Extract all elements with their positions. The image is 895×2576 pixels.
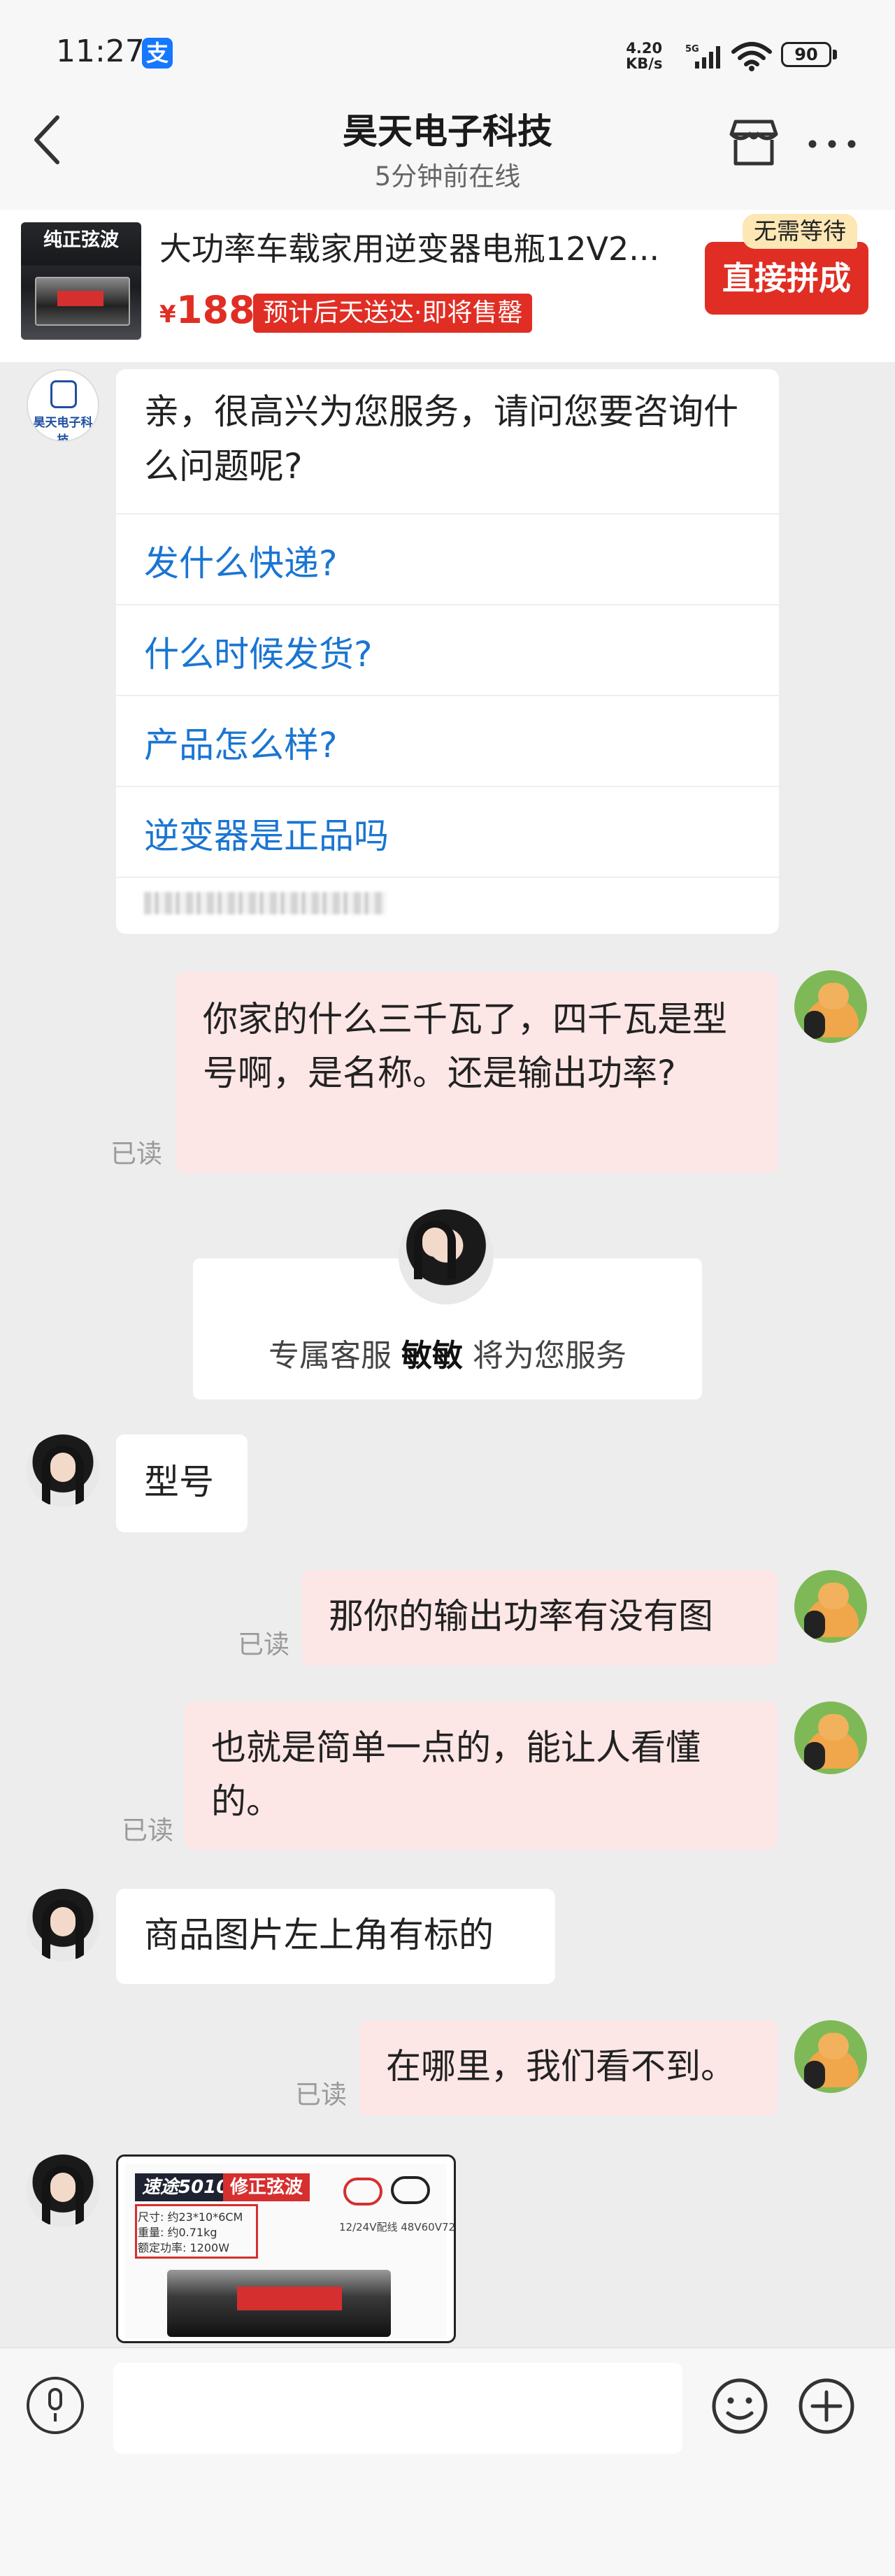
thumb-label: 纯正弦波 (21, 222, 141, 266)
welcome-text: 亲，很高兴为您服务，请问您要咨询什么问题呢? (144, 391, 738, 487)
avatar-face (50, 1453, 76, 1482)
net-speed: 4.20 KB/s (626, 41, 662, 71)
agent-avatar[interactable] (399, 1209, 494, 1304)
agent-message[interactable]: 商品图片左上角有标的 (116, 1889, 555, 1984)
net-speed-unit: KB/s (626, 55, 663, 72)
quick-question[interactable]: 什么时候发货? (116, 604, 779, 695)
quick-question-label: 逆变器是正品吗 (144, 816, 389, 856)
bottom-safe-area (0, 2473, 895, 2576)
read-receipt: 已读 (295, 2080, 347, 2110)
more-icon[interactable] (804, 123, 860, 165)
shop-avatar-text: 昊天电子科技 (33, 416, 93, 442)
mic-icon-head (48, 2388, 62, 2410)
cable-clip-icon (391, 2176, 430, 2204)
net-speed-value: 4.20 (626, 40, 663, 57)
read-receipt: 已读 (238, 1629, 289, 1660)
blurred-question (144, 892, 386, 914)
image-spec-weight: 重量: 约0.71kg (138, 2226, 217, 2239)
cat-shadow (804, 1611, 825, 1639)
user-avatar[interactable] (794, 2020, 867, 2093)
shop-avatar[interactable]: 昊天电子科技 (27, 369, 99, 442)
cat-shadow (804, 1011, 825, 1039)
avatar-face (50, 2173, 76, 2202)
quick-question[interactable]: 逆变器是正品吗 (116, 786, 779, 877)
agent-assignment-text: 专属客服 敏敏 将为您服务 (193, 1330, 702, 1375)
agent-message[interactable]: 型号 (116, 1434, 248, 1532)
user-avatar[interactable] (794, 1570, 867, 1643)
quick-question[interactable]: 产品怎么样? (116, 695, 779, 786)
shop-logo-icon (50, 380, 77, 408)
quick-question-label: 产品怎么样? (144, 725, 338, 765)
product-price: 188 (176, 288, 255, 332)
user-avatar[interactable] (794, 1701, 867, 1774)
cat-head (818, 1583, 849, 1609)
user-avatar[interactable] (794, 970, 867, 1043)
agent-suffix: 将为您服务 (473, 1338, 626, 1374)
battery-icon: 90 (781, 42, 831, 67)
mic-icon-stem (54, 2413, 57, 2422)
store-icon[interactable] (726, 117, 782, 168)
buy-now-button[interactable]: 直接拼成 (705, 242, 868, 315)
cat-shadow (804, 2061, 825, 2089)
plus-icon[interactable] (797, 2377, 856, 2435)
delivery-badge: 预计后天送达·即将售罄 (253, 294, 533, 333)
alipay-icon: 支 (142, 38, 173, 69)
image-small-text: 12/24V配线 48V60V72V配线 (339, 2221, 456, 2233)
user-message[interactable]: 在哪里，我们看不到。 (359, 2020, 778, 2115)
image-spec-text: 尺寸: 约23*10*6CM 重量: 约0.71kg 额定功率: 1200W (138, 2210, 243, 2256)
image-spec-power: 额定功率: 1200W (138, 2241, 230, 2254)
quick-question-label: 发什么快递? (144, 543, 338, 584)
agent-avatar[interactable] (27, 1434, 99, 1507)
network-type: 5G (685, 44, 699, 55)
product-title[interactable]: 大功率车载家用逆变器电瓶12V2... (159, 224, 684, 270)
message-input[interactable] (113, 2363, 682, 2454)
agent-name: 敏敏 (401, 1338, 463, 1374)
read-receipt: 已读 (110, 1139, 162, 1169)
thumb-device-stripe (57, 291, 103, 306)
quick-question[interactable]: 发什么快递? (116, 513, 779, 604)
status-time: 11:27 (56, 34, 145, 69)
cat-head (818, 2033, 849, 2059)
product-spec-image: 速途5010 修正弦波 尺寸: 约23*10*6CM 重量: 约0.71kg 额… (125, 2164, 454, 2338)
agent-avatar[interactable] (27, 1889, 99, 1962)
product-thumbnail[interactable]: 纯正弦波 (21, 222, 141, 340)
cat-head (818, 983, 849, 1009)
user-message[interactable]: 也就是简单一点的，能让人看懂的。 (185, 1701, 778, 1850)
user-message[interactable]: 你家的什么三千瓦了，四千瓦是型号啊，是名称。还是输出功率? (176, 972, 778, 1173)
agent-prefix: 专属客服 (268, 1338, 392, 1374)
cat-shadow (804, 1742, 825, 1770)
no-wait-badge: 无需等待 (743, 214, 857, 249)
quick-question-label: 什么时候发货? (144, 634, 373, 675)
welcome-card: 亲，很高兴为您服务，请问您要咨询什么问题呢? 发什么快递? 什么时候发货? 产品… (116, 369, 779, 934)
avatar-face (422, 1228, 448, 1257)
avatar-face (50, 1907, 76, 1936)
price-symbol: ¥ (159, 301, 176, 329)
cat-head (818, 1714, 849, 1741)
image-brand-label: 速途5010 (135, 2173, 236, 2201)
cable-clip-icon (343, 2178, 382, 2206)
user-message[interactable]: 那你的输出功率有没有图 (302, 1570, 778, 1665)
wifi-icon (731, 42, 772, 71)
image-spec-size: 尺寸: 约23*10*6CM (138, 2210, 243, 2224)
read-receipt: 已读 (122, 1815, 173, 1845)
battery-tip (833, 50, 837, 59)
inverter-device-label (237, 2287, 342, 2310)
emoji-icon[interactable] (710, 2377, 769, 2435)
signal-icon: 5G (685, 44, 720, 69)
agent-avatar[interactable] (27, 2154, 99, 2227)
image-wave-tag: 修正弦波 (223, 2173, 310, 2201)
image-message[interactable]: 速途5010 修正弦波 尺寸: 约23*10*6CM 重量: 约0.71kg 额… (116, 2154, 456, 2343)
